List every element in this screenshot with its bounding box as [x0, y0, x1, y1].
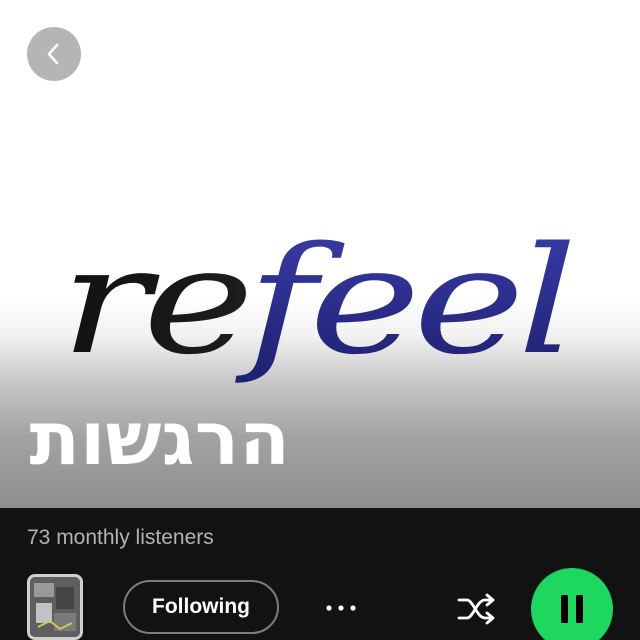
- artist-pick-cover[interactable]: [27, 574, 83, 640]
- more-options-icon: [326, 605, 356, 611]
- monthly-listeners: 73 monthly listeners: [27, 526, 214, 549]
- more-options-button[interactable]: [318, 588, 364, 628]
- pause-icon: [561, 595, 583, 623]
- shuffle-button[interactable]: [453, 586, 499, 632]
- shuffle-icon: [457, 593, 495, 625]
- logo-text-re: re: [60, 215, 247, 387]
- artist-name: הרגשות: [29, 396, 290, 482]
- following-button[interactable]: Following: [123, 580, 279, 634]
- logo-text: re feel: [60, 215, 571, 387]
- artist-hero: re feel הרגשות: [0, 0, 640, 508]
- chevron-left-icon: [47, 43, 59, 65]
- cover-art-image: [30, 577, 80, 637]
- pause-button[interactable]: [531, 568, 613, 640]
- logo-text-feel: feel: [234, 215, 571, 387]
- artist-actions-panel: 73 monthly listeners Following: [0, 508, 640, 640]
- action-bar: Following: [0, 568, 640, 640]
- artist-page: re feel הרגשות 73 monthly listeners Foll…: [0, 0, 640, 640]
- back-button[interactable]: [27, 27, 81, 81]
